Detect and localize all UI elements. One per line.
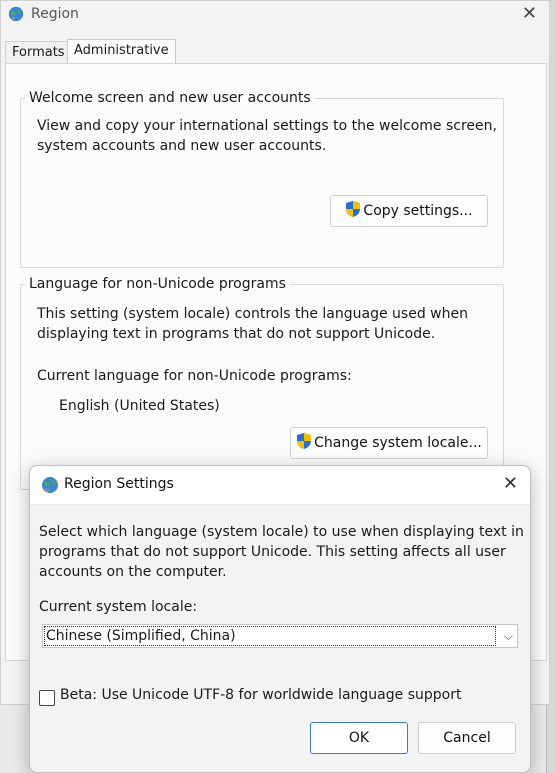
system-locale-select[interactable]: Chinese (Simplified, China) ⌵: [42, 624, 518, 648]
current-language-label: Current language for non-Unicode program…: [37, 368, 352, 384]
dialog-description-line3: accounts on the computer.: [39, 564, 227, 580]
copy-settings-button[interactable]: Copy settings...: [330, 195, 488, 227]
globe-icon: [42, 477, 58, 493]
welcome-description-line2: system accounts and new user accounts.: [37, 138, 327, 154]
dialog-title: Region Settings: [64, 476, 174, 492]
system-locale-value: Chinese (Simplified, China): [44, 626, 496, 646]
dialog-close-button[interactable]: ✕: [503, 473, 518, 494]
region-window-title: Region: [31, 6, 79, 22]
change-system-locale-label: Change system locale...: [314, 435, 482, 451]
dialog-description-line2: programs that do not support Unicode. Th…: [39, 544, 506, 560]
non-unicode-description-line1: This setting (system locale) controls th…: [37, 306, 468, 322]
dialog-description-line1: Select which language (system locale) to…: [39, 524, 524, 540]
welcome-group-legend: Welcome screen and new user accounts: [29, 90, 311, 106]
copy-settings-label: Copy settings...: [363, 203, 473, 219]
tab-administrative[interactable]: Administrative: [67, 39, 176, 64]
current-language-value: English (United States): [59, 398, 220, 414]
system-locale-label: Current system locale:: [39, 599, 198, 615]
ok-button[interactable]: OK: [310, 722, 408, 754]
tab-formats[interactable]: Formats: [5, 41, 72, 64]
uac-shield-icon: [297, 433, 312, 449]
welcome-description-line1: View and copy your international setting…: [37, 118, 497, 134]
region-titlebar: Region ✕: [1, 1, 549, 31]
uac-shield-icon: [346, 201, 361, 217]
dialog-titlebar: Region Settings ✕: [30, 466, 530, 505]
change-system-locale-button[interactable]: Change system locale...: [290, 427, 488, 459]
non-unicode-description-line2: displaying text in programs that do not …: [37, 326, 436, 342]
region-close-button[interactable]: ✕: [522, 3, 537, 24]
region-settings-dialog: Region Settings ✕ Select which language …: [29, 465, 531, 773]
chevron-down-icon[interactable]: ⌵: [504, 625, 513, 647]
utf8-beta-checkbox[interactable]: [39, 690, 55, 706]
non-unicode-group-legend: Language for non-Unicode programs: [29, 276, 286, 292]
utf8-beta-label[interactable]: Beta: Use Unicode UTF-8 for worldwide la…: [60, 687, 461, 703]
cancel-button[interactable]: Cancel: [418, 722, 516, 754]
globe-icon: [8, 6, 24, 22]
